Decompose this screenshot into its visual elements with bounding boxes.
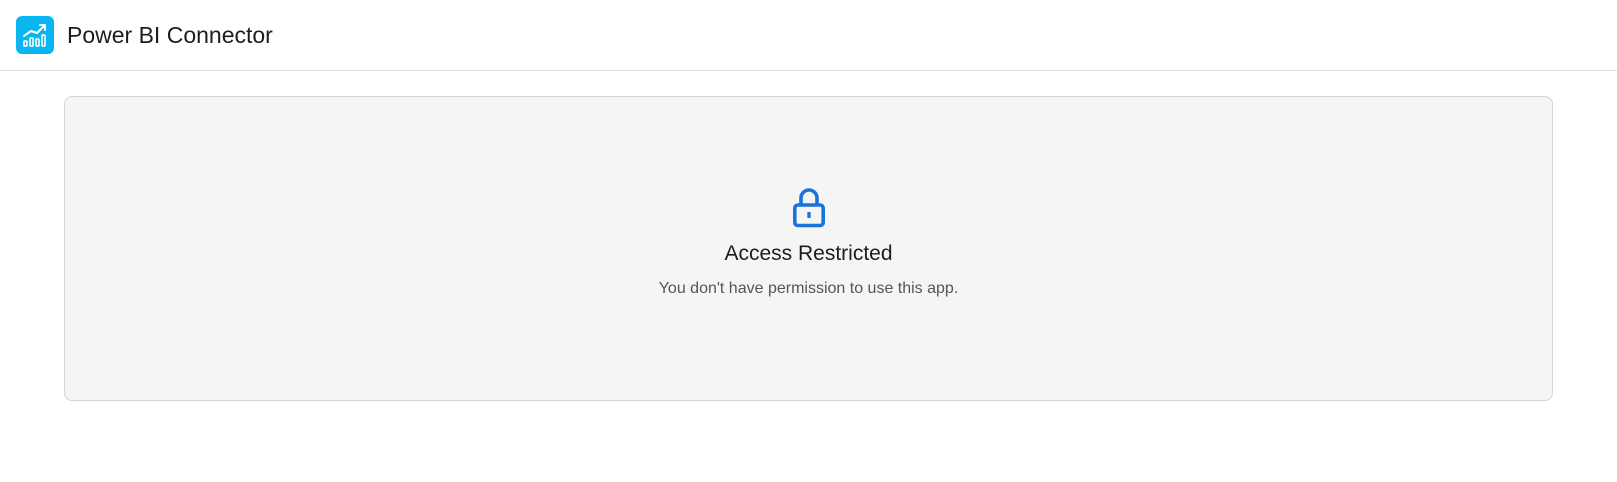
notice-title: Access Restricted	[724, 242, 893, 265]
lock-icon	[792, 188, 825, 228]
app-title: Power BI Connector	[67, 22, 273, 48]
app-header: Power BI Connector	[0, 0, 1617, 71]
bar-chart-trend-icon	[16, 16, 54, 54]
notice-message: You don't have permission to use this ap…	[658, 280, 959, 297]
